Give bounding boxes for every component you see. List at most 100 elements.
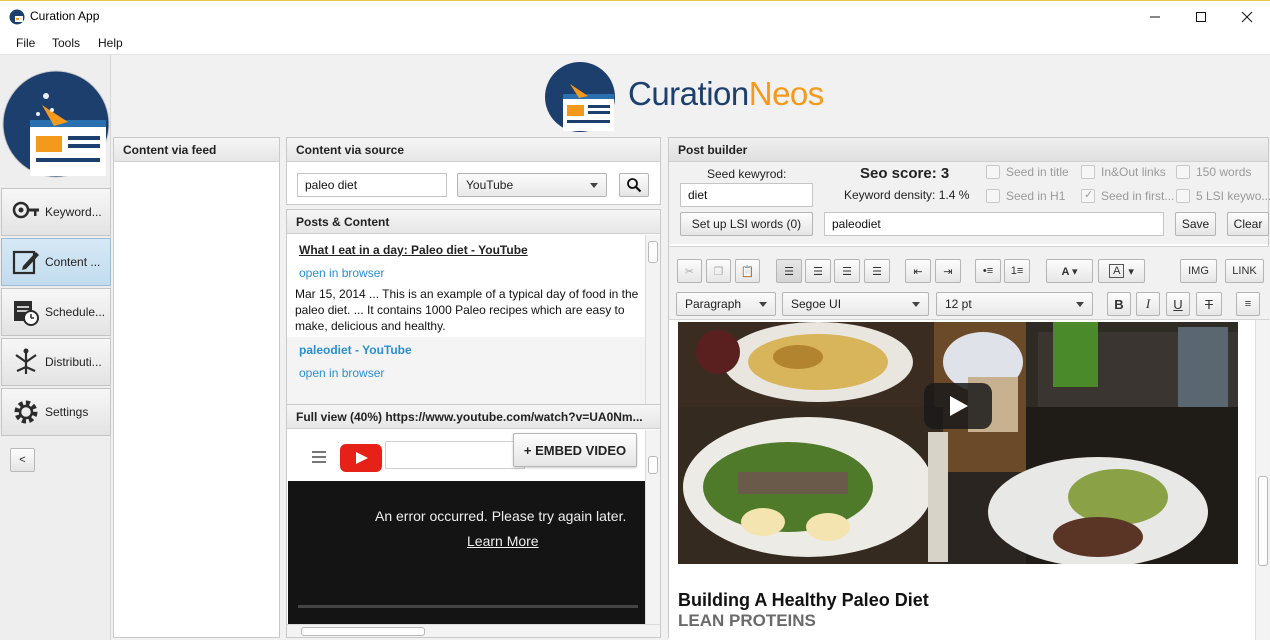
gear-icon	[14, 400, 38, 424]
post-title[interactable]: paleodiet - YouTube	[299, 343, 412, 357]
lsi-words-input[interactable]: paleodiet	[824, 212, 1164, 236]
keyword-density: Keyword density: 1.4 %	[844, 188, 970, 202]
align-center-button[interactable]: ☰	[805, 259, 831, 283]
chevron-down-icon	[1076, 302, 1084, 307]
check-label: Seed in first...	[1101, 189, 1175, 203]
check-label: Seed in title	[1006, 165, 1069, 179]
cut-button[interactable]: ✂	[677, 259, 702, 283]
underline-button[interactable]: U	[1166, 292, 1190, 316]
font-family-value: Segoe UI	[791, 297, 842, 311]
menu-help[interactable]: Help	[98, 36, 123, 50]
full-view-vertical-scrollbar[interactable]	[645, 430, 660, 625]
checkbox-checked-icon	[1081, 188, 1095, 203]
search-button[interactable]	[619, 173, 649, 197]
bold-button[interactable]: B	[1107, 292, 1131, 316]
paste-button[interactable]: 📋	[735, 259, 760, 283]
strikethrough-button[interactable]: T	[1196, 292, 1222, 316]
scroll-thumb[interactable]	[1258, 476, 1268, 566]
menu-bar: File Tools Help	[0, 31, 1270, 55]
check-5-lsi-keywords[interactable]: 5 LSI keywo...	[1176, 189, 1270, 203]
align-justify-icon: ☰	[872, 265, 882, 278]
sidebar-item-label: Distributi...	[45, 355, 102, 369]
scroll-thumb[interactable]	[301, 627, 425, 636]
lsi-words-button[interactable]: Set up LSI words (0)	[680, 212, 813, 236]
full-view-panel: Full view (40%) https://www.youtube.com/…	[286, 404, 661, 638]
seed-keyword-input[interactable]: diet	[680, 183, 813, 207]
horizontal-rule-icon: ≡	[1244, 298, 1252, 310]
learn-more-link[interactable]: Learn More	[467, 533, 539, 549]
source-select[interactable]: YouTube	[457, 173, 607, 197]
insert-image-button[interactable]: IMG	[1180, 259, 1217, 283]
sidebar-item-label: Schedule...	[45, 305, 106, 319]
window-title: Curation App	[30, 9, 100, 23]
video-progress-bar[interactable]	[298, 605, 638, 608]
post-title[interactable]: What I eat in a day: Paleo diet - YouTub…	[299, 243, 528, 257]
align-justify-button[interactable]: ☰	[864, 259, 890, 283]
maximize-icon	[1196, 11, 1206, 22]
full-view-horizontal-scrollbar[interactable]	[287, 624, 660, 637]
content-edit-icon	[12, 250, 39, 275]
sidebar-item-keyword[interactable]: Keyword...	[1, 188, 111, 236]
scroll-thumb[interactable]	[648, 456, 658, 474]
check-150-words[interactable]: 150 words	[1176, 165, 1251, 179]
article-title: Building A Healthy Paleo Diet	[678, 590, 929, 610]
bullet-list-icon: •≡	[982, 265, 994, 277]
check-label: 150 words	[1196, 165, 1252, 179]
insert-link-button[interactable]: LINK	[1225, 259, 1264, 283]
align-center-icon: ☰	[813, 265, 823, 278]
background-color-button[interactable]: A ▾	[1098, 259, 1145, 283]
menu-file[interactable]: File	[16, 36, 35, 50]
cut-icon: ✂	[684, 265, 695, 278]
align-left-button[interactable]: ☰	[776, 259, 802, 283]
italic-button[interactable]: I	[1136, 292, 1160, 316]
video-player[interactable]: An error occurred. Please try again late…	[288, 481, 646, 637]
minimize-button[interactable]	[1132, 1, 1178, 32]
paste-icon: 📋	[740, 265, 755, 278]
chevron-down-icon	[912, 302, 920, 307]
sidebar-item-label: Keyword...	[45, 205, 102, 219]
clear-button[interactable]: Clear	[1227, 212, 1269, 236]
indent-button[interactable]: ⇥	[935, 259, 961, 283]
background-color-icon: A	[1109, 264, 1125, 278]
source-panel-title: Content via source	[287, 138, 660, 162]
hamburger-menu-icon[interactable]	[312, 451, 326, 463]
source-search-input[interactable]: paleo diet	[297, 173, 447, 197]
sidebar-item-distribution[interactable]: Distributi...	[1, 338, 111, 386]
text-color-button[interactable]: A ▾	[1046, 259, 1093, 283]
font-size-select[interactable]: 12 pt	[936, 292, 1093, 316]
numbered-list-button[interactable]: 1≡	[1004, 259, 1030, 283]
keyword-icon	[12, 201, 39, 219]
check-label: In&Out links	[1101, 165, 1166, 179]
align-left-icon: ☰	[784, 265, 794, 278]
open-in-browser-link[interactable]: open in browser	[299, 266, 384, 280]
maximize-button[interactable]	[1178, 1, 1224, 32]
outdent-button[interactable]: ⇤	[905, 259, 931, 283]
paragraph-style-select[interactable]: Paragraph	[676, 292, 776, 316]
video-thumbnail-image[interactable]	[678, 322, 1238, 564]
editor-vertical-scrollbar[interactable]	[1255, 320, 1269, 640]
collapse-sidebar-button[interactable]: <	[10, 448, 35, 472]
close-button[interactable]	[1224, 1, 1270, 32]
title-bar: Curation App	[0, 0, 1270, 31]
youtube-search-input[interactable]	[385, 441, 525, 469]
sidebar-item-settings[interactable]: Settings	[1, 388, 111, 436]
copy-button[interactable]: ❐	[706, 259, 731, 283]
bullet-list-button[interactable]: •≡	[975, 259, 1001, 283]
open-in-browser-link[interactable]: open in browser	[299, 366, 384, 380]
horizontal-rule-button[interactable]: ≡	[1236, 292, 1260, 316]
distribution-icon	[15, 348, 37, 374]
outdent-icon: ⇤	[913, 265, 923, 278]
scroll-thumb[interactable]	[648, 241, 658, 263]
article-subtitle: LEAN PROTEINS	[678, 611, 816, 630]
font-family-select[interactable]: Segoe UI	[782, 292, 929, 316]
align-right-button[interactable]: ☰	[834, 259, 860, 283]
save-button[interactable]: Save	[1175, 212, 1216, 236]
check-seed-in-first[interactable]: Seed in first...	[1081, 188, 1175, 203]
sidebar-item-content[interactable]: Content ...	[1, 238, 111, 286]
check-in-out-links[interactable]: In&Out links	[1081, 165, 1166, 179]
embed-video-button[interactable]: + EMBED VIDEO	[513, 433, 637, 467]
check-seed-in-title[interactable]: Seed in title	[986, 165, 1069, 179]
check-seed-in-h1[interactable]: Seed in H1	[986, 189, 1065, 203]
menu-tools[interactable]: Tools	[52, 36, 80, 50]
sidebar-item-schedule[interactable]: Schedule...	[1, 288, 111, 336]
